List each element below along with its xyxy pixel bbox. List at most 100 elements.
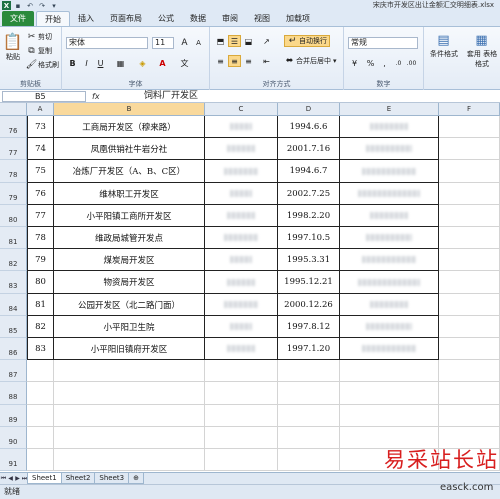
save-icon[interactable]: ▪ — [13, 1, 23, 10]
number-format-dropdown[interactable]: 常规 — [348, 37, 418, 49]
cell-a[interactable]: 83 — [27, 338, 54, 360]
cell-e[interactable] — [340, 227, 439, 249]
cell-f[interactable] — [439, 338, 500, 360]
cell-c[interactable] — [205, 294, 278, 316]
cell-a[interactable]: 79 — [27, 249, 54, 271]
cell-c[interactable] — [205, 338, 278, 360]
cell-f[interactable] — [439, 294, 500, 316]
cell-a[interactable] — [27, 382, 54, 405]
cell-d[interactable] — [278, 405, 340, 427]
cell-c[interactable] — [205, 249, 278, 271]
cell-c[interactable] — [205, 160, 278, 183]
cell-d[interactable] — [278, 427, 340, 449]
cell-a[interactable]: 82 — [27, 316, 54, 338]
cell-d[interactable]: 2000.12.26 — [278, 294, 340, 316]
row-header[interactable]: 78 — [0, 160, 27, 183]
cell-f[interactable] — [439, 405, 500, 427]
cell-e[interactable] — [340, 294, 439, 316]
cell-d[interactable]: 1997.10.5 — [278, 227, 340, 249]
tab-view[interactable]: 视图 — [246, 11, 278, 26]
row-header[interactable]: 77 — [0, 138, 27, 160]
tab-insert[interactable]: 插入 — [70, 11, 102, 26]
increase-decimal-icon[interactable]: .0 — [392, 57, 405, 69]
cell-c[interactable] — [205, 271, 278, 294]
cell-f[interactable] — [439, 271, 500, 294]
cell-b[interactable]: 维林职工开发区 — [54, 183, 205, 205]
align-center-icon[interactable]: ≡ — [228, 55, 241, 67]
cell-b[interactable]: 公园开发区（北二路门面） — [54, 294, 205, 316]
tab-review[interactable]: 审阅 — [214, 11, 246, 26]
cell-b[interactable]: 维政局城管开发点 — [54, 227, 205, 249]
cell-f[interactable] — [439, 227, 500, 249]
column-header-a[interactable]: A — [27, 103, 54, 116]
cell-f[interactable] — [439, 316, 500, 338]
undo-icon[interactable]: ↶ — [25, 1, 35, 10]
bold-button[interactable]: B — [66, 57, 79, 69]
cell-a[interactable]: 74 — [27, 138, 54, 160]
row-header[interactable]: 80 — [0, 205, 27, 227]
align-top-icon[interactable]: ⬒ — [214, 35, 227, 47]
cell-f[interactable] — [439, 382, 500, 405]
tab-data[interactable]: 数据 — [182, 11, 214, 26]
row-header[interactable]: 85 — [0, 316, 27, 338]
shrink-font-button[interactable]: A — [192, 37, 205, 49]
worksheet-grid[interactable]: 76 73 工商局开发区（穆来路） 1994.6.6 77 74 凤凰供销社牛岩分社 2001… — [0, 116, 500, 472]
cell-c[interactable] — [205, 360, 278, 382]
cell-d[interactable]: 1995.3.31 — [278, 249, 340, 271]
cell-d[interactable]: 1997.1.20 — [278, 338, 340, 360]
comma-button[interactable]: , — [378, 57, 391, 69]
fill-color-icon[interactable]: ◈ — [136, 57, 149, 69]
row-header[interactable]: 88 — [0, 382, 27, 405]
cell-a[interactable] — [27, 427, 54, 449]
cell-a[interactable] — [27, 360, 54, 382]
cell-d[interactable]: 2001.7.16 — [278, 138, 340, 160]
column-header-d[interactable]: D — [278, 103, 340, 116]
cell-a[interactable]: 80 — [27, 271, 54, 294]
cell-c[interactable] — [205, 316, 278, 338]
sheet-tab-2[interactable]: Sheet2 — [60, 473, 96, 484]
row-header[interactable]: 86 — [0, 338, 27, 360]
row-header[interactable]: 84 — [0, 294, 27, 316]
row-header[interactable]: 90 — [0, 427, 27, 449]
cell-a[interactable] — [27, 405, 54, 427]
cell-f[interactable] — [439, 360, 500, 382]
table-format-button[interactable]: ▦ 套用 表格格式 — [466, 31, 498, 69]
tab-home[interactable]: 开始 — [36, 11, 70, 26]
cell-f[interactable] — [439, 183, 500, 205]
cell-c[interactable] — [205, 205, 278, 227]
cell-d[interactable]: 1995.12.21 — [278, 271, 340, 294]
cell-d[interactable]: 1994.6.6 — [278, 116, 340, 138]
cell-d[interactable]: 1998.2.20 — [278, 205, 340, 227]
column-header-c[interactable]: C — [205, 103, 278, 116]
cell-e[interactable] — [340, 249, 439, 271]
cell-b[interactable]: 小平阳镇工商所开发区 — [54, 205, 205, 227]
cell-e[interactable] — [340, 382, 439, 405]
redo-icon[interactable]: ↷ — [37, 1, 47, 10]
align-middle-icon[interactable]: ☰ — [228, 35, 241, 47]
cell-f[interactable] — [439, 249, 500, 271]
cell-b[interactable] — [54, 382, 205, 405]
orientation-icon[interactable]: ↗ — [260, 35, 273, 47]
cell-b[interactable] — [54, 449, 205, 471]
cell-a[interactable]: 78 — [27, 227, 54, 249]
cell-b[interactable]: 煤炭局开发区 — [54, 249, 205, 271]
cell-b[interactable]: 冶炼厂开发区（A、B、C区） — [54, 160, 205, 183]
row-header[interactable]: 81 — [0, 227, 27, 249]
cell-c[interactable] — [205, 138, 278, 160]
copy-button[interactable]: ⧉ 复制 — [26, 45, 52, 56]
borders-icon[interactable]: ▦ — [114, 57, 127, 69]
align-left-icon[interactable]: ≡ — [214, 55, 227, 67]
cell-e[interactable] — [340, 160, 439, 183]
customize-dropdown-icon[interactable]: ▾ — [49, 1, 59, 10]
row-header[interactable]: 76 — [0, 116, 27, 138]
wrap-text-button[interactable]: ↵ 自动换行 — [284, 35, 330, 47]
sheet-tab-3[interactable]: Sheet3 — [94, 473, 130, 484]
cell-b[interactable]: 工商局开发区（穆来路） — [54, 116, 205, 138]
cell-e[interactable] — [340, 338, 439, 360]
row-header[interactable]: 91 — [0, 449, 27, 471]
row-header[interactable]: 89 — [0, 405, 27, 427]
grow-font-button[interactable]: A — [178, 37, 191, 49]
cell-b[interactable]: 物资局开发区 — [54, 271, 205, 294]
font-size-dropdown[interactable]: 11 — [152, 37, 174, 49]
cell-c[interactable] — [205, 427, 278, 449]
